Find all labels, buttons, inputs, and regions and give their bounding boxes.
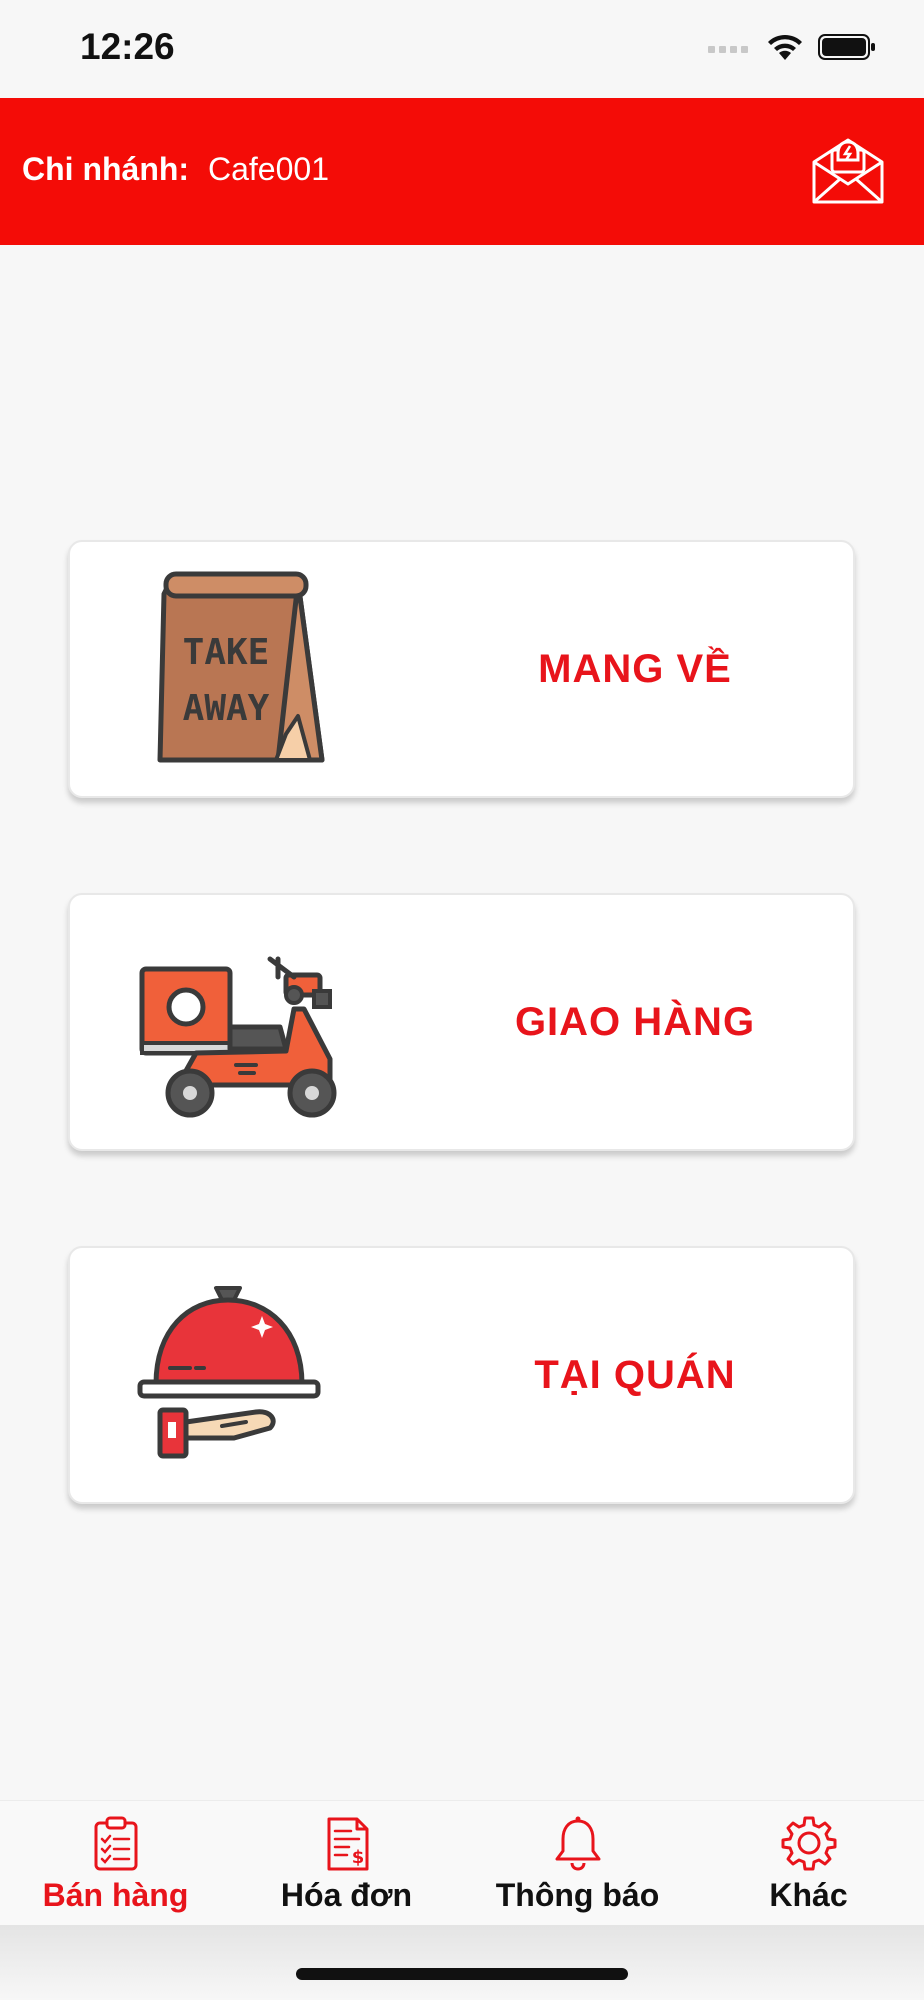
tab-hoa-don-label: Hóa đơn [280, 1877, 413, 1913]
bell-icon [555, 1816, 600, 1871]
invoice-icon: $ [327, 1817, 368, 1871]
mail-notification-icon[interactable] [810, 136, 886, 206]
tab-hoa-don[interactable]: $ Hóa đơn [231, 1801, 462, 1926]
gear-icon [781, 1816, 836, 1871]
delivery-card[interactable]: GIAO HÀNG [68, 893, 855, 1151]
tab-thong-bao[interactable]: Thông báo [462, 1801, 693, 1926]
takeaway-card[interactable]: TAKE AWAY MANG VỀ [68, 540, 855, 798]
svg-text:$: $ [351, 1847, 364, 1868]
tab-ban-hang-label: Bán hàng [42, 1877, 189, 1913]
status-time: 12:26 [80, 26, 175, 67]
app-header: Chi nhánh: Cafe001 [0, 98, 924, 245]
signal-icon [708, 46, 748, 53]
bottom-safe-area [0, 1925, 924, 2000]
tab-bar: Bán hàng $ Hóa đơn Thông báo Khác [0, 1800, 924, 1925]
tab-ban-hang[interactable]: Bán hàng [0, 1801, 231, 1926]
dine-in-label: TẠI QUÁN [534, 1352, 736, 1397]
status-icons [708, 32, 876, 62]
takeaway-label: MANG VỀ [538, 646, 732, 691]
branch-label: Chi nhánh: [22, 151, 190, 187]
cloche-serving-icon [137, 1286, 321, 1459]
tab-thong-bao-label: Thông báo [495, 1877, 660, 1913]
delivery-scooter-icon [139, 956, 337, 1118]
takeaway-bag-icon: TAKE AWAY [157, 571, 325, 763]
dine-in-card[interactable]: TẠI QUÁN [68, 1246, 855, 1504]
svg-text:TAKE: TAKE [183, 632, 270, 673]
battery-icon [818, 34, 875, 60]
clipboard-checklist-icon [94, 1816, 137, 1871]
delivery-label: GIAO HÀNG [514, 999, 756, 1044]
branch-value[interactable]: Cafe001 [208, 151, 329, 188]
tab-khac[interactable]: Khác [693, 1801, 924, 1926]
status-bar: 12:26 [0, 0, 924, 98]
home-indicator[interactable] [296, 1968, 628, 1980]
svg-text:AWAY: AWAY [183, 688, 270, 729]
tab-khac-label: Khác [769, 1877, 848, 1913]
wifi-icon [768, 34, 802, 60]
